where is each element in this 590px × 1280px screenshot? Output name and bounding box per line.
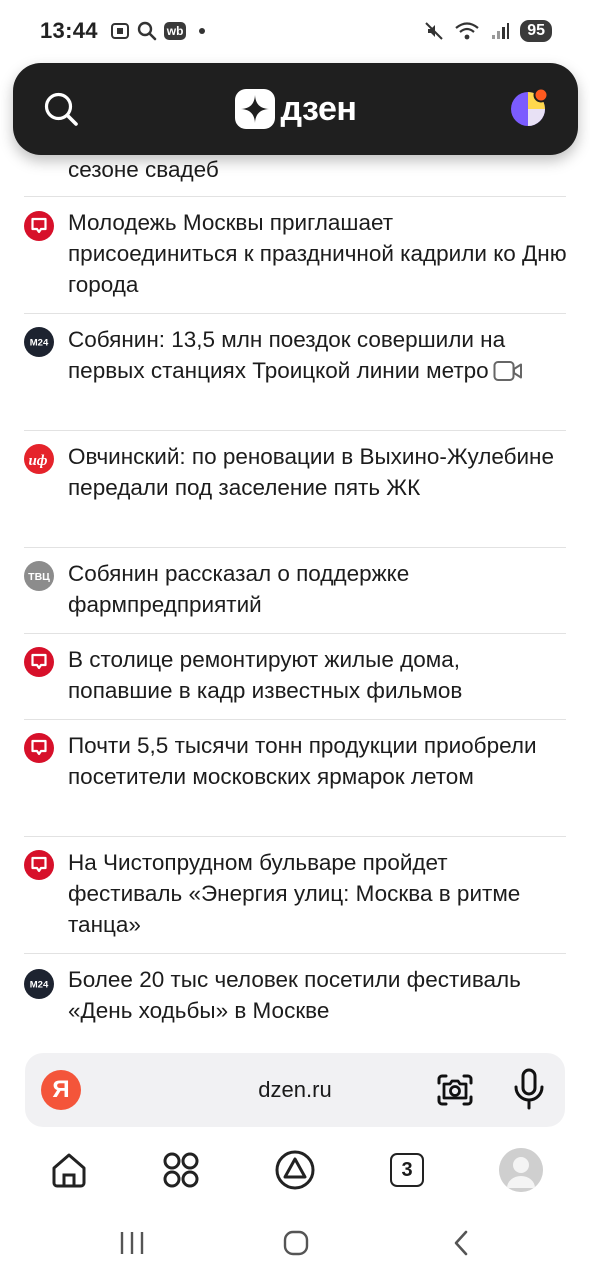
- tabs-button[interactable]: 3: [385, 1148, 429, 1192]
- news-item[interactable]: M24 Более 20 тыс человек посетили фестива…: [24, 954, 566, 1049]
- search-icon: [44, 92, 78, 126]
- url-text[interactable]: dzen.ru: [25, 1077, 565, 1103]
- dot-icon: [199, 28, 206, 34]
- back-icon: [454, 1230, 468, 1256]
- news-item[interactable]: ТВЦ Собянин рассказал о поддержке фармпре…: [24, 548, 566, 634]
- battery-icon: 95: [520, 20, 552, 42]
- news-title-text: Молодежь Москвы приглашает присоединитьс…: [68, 210, 567, 297]
- profile-avatar-button[interactable]: [510, 87, 550, 127]
- status-bar: 13:44 wb 95: [0, 0, 590, 62]
- news-title-text: Собянин рассказал о поддержке фармпредпр…: [68, 561, 410, 617]
- svg-text:M24: M24: [30, 980, 49, 991]
- news-title[interactable]: Почти 5,5 тысячи тонн продукции приобрел…: [68, 730, 568, 792]
- news-title[interactable]: Собянин: 13,5 млн поездок совершили на п…: [68, 324, 568, 386]
- svg-text:ТВЦ: ТВЦ: [28, 571, 50, 583]
- home-circle-icon: [283, 1230, 309, 1256]
- alice-button[interactable]: [273, 1148, 317, 1192]
- tvc-icon: ТВЦ: [24, 561, 54, 591]
- alice-icon: [275, 1150, 315, 1190]
- back-button[interactable]: [447, 1228, 477, 1258]
- search-icon: [137, 21, 157, 41]
- profile-avatar-icon: [511, 87, 549, 126]
- recents-icon: [120, 1232, 144, 1254]
- news-item[interactable]: M24 Собянин: 13,5 млн поездок совершили н…: [24, 314, 566, 431]
- status-time: 13:44: [40, 18, 98, 43]
- mos-icon: [24, 647, 54, 677]
- news-item[interactable]: В столице ремонтируют жилые дома, попавш…: [24, 634, 566, 720]
- home-button[interactable]: [47, 1148, 91, 1192]
- logo-text: дзен: [280, 89, 357, 128]
- dzen-logo[interactable]: дзен: [234, 89, 357, 129]
- wifi-icon: [454, 21, 480, 41]
- system-home-button[interactable]: [281, 1228, 311, 1258]
- news-item[interactable]: Почти 5,5 тысячи тонн продукции приобрел…: [24, 720, 566, 837]
- news-title[interactable]: В столице ремонтируют жилые дома, попавш…: [68, 644, 568, 706]
- mos-icon: [24, 211, 54, 241]
- address-bar[interactable]: Я dzen.ru: [25, 1053, 565, 1127]
- status-left-icons: wb: [110, 21, 206, 41]
- news-item[interactable]: иф Овчинский: по реновации в Выхино-Жулеб…: [24, 431, 566, 548]
- svg-text:иф: иф: [28, 453, 47, 469]
- svg-text:M24: M24: [30, 338, 49, 349]
- recents-button[interactable]: [117, 1228, 147, 1258]
- camera-search-icon: [437, 1074, 473, 1106]
- news-title-text: Собянин: 13,5 млн поездок совершили на п…: [68, 327, 506, 383]
- news-item[interactable]: На Чистопрудном бульваре пройдет фестива…: [24, 837, 566, 954]
- search-button[interactable]: [43, 91, 79, 127]
- m24-icon: M24: [24, 969, 54, 999]
- news-title-text: Почти 5,5 тысячи тонн продукции приобрел…: [68, 733, 537, 789]
- mos-icon: [24, 850, 54, 880]
- news-title[interactable]: сезоне свадеб: [68, 154, 568, 185]
- dzen-logo-icon: [234, 89, 275, 129]
- microphone-icon: [514, 1068, 544, 1110]
- system-nav-bar: [0, 1212, 590, 1272]
- microphone-button[interactable]: [509, 1067, 549, 1111]
- screenshot-icon: [110, 21, 130, 41]
- news-feed: сезоне свадеб Молодежь Москвы приглашает …: [0, 140, 590, 1049]
- signal-icon: [490, 21, 510, 41]
- tabs-icon: 3: [390, 1153, 424, 1187]
- wb-icon: wb: [163, 22, 187, 40]
- camera-search-button[interactable]: [435, 1070, 475, 1110]
- services-grid-icon: [163, 1152, 199, 1188]
- video-icon: [493, 361, 522, 381]
- profile-button[interactable]: [499, 1148, 543, 1192]
- news-title-text: Овчинский: по реновации в Выхино-Жулебин…: [68, 444, 554, 500]
- news-title[interactable]: Молодежь Москвы приглашает присоединитьс…: [68, 207, 568, 300]
- news-title[interactable]: Более 20 тыс человек посетили фестиваль …: [68, 964, 568, 1026]
- browser-nav-bar: 3: [0, 1140, 590, 1200]
- news-title[interactable]: Овчинский: по реновации в Выхино-Жулебин…: [68, 441, 568, 503]
- services-button[interactable]: [159, 1148, 203, 1192]
- news-title-text: На Чистопрудном бульваре пройдет фестива…: [68, 850, 521, 937]
- mute-icon: [424, 21, 444, 41]
- mos-icon: [24, 733, 54, 763]
- news-title-text: Более 20 тыс человек посетили фестиваль …: [68, 967, 521, 1023]
- news-item[interactable]: Молодежь Москвы приглашает присоединитьс…: [24, 197, 568, 314]
- profile-icon: [499, 1148, 543, 1192]
- news-title-text: В столице ремонтируют жилые дома, попавш…: [68, 647, 463, 703]
- news-title[interactable]: Собянин рассказал о поддержке фармпредпр…: [68, 558, 568, 620]
- news-title-text: сезоне свадеб: [68, 157, 219, 182]
- m24-icon: M24: [24, 327, 54, 357]
- dzen-header: дзен: [13, 63, 578, 155]
- home-icon: [52, 1153, 86, 1188]
- news-title[interactable]: На Чистопрудном бульваре пройдет фестива…: [68, 847, 568, 940]
- status-right-icons: 95: [424, 20, 552, 42]
- aif-icon: иф: [24, 444, 54, 474]
